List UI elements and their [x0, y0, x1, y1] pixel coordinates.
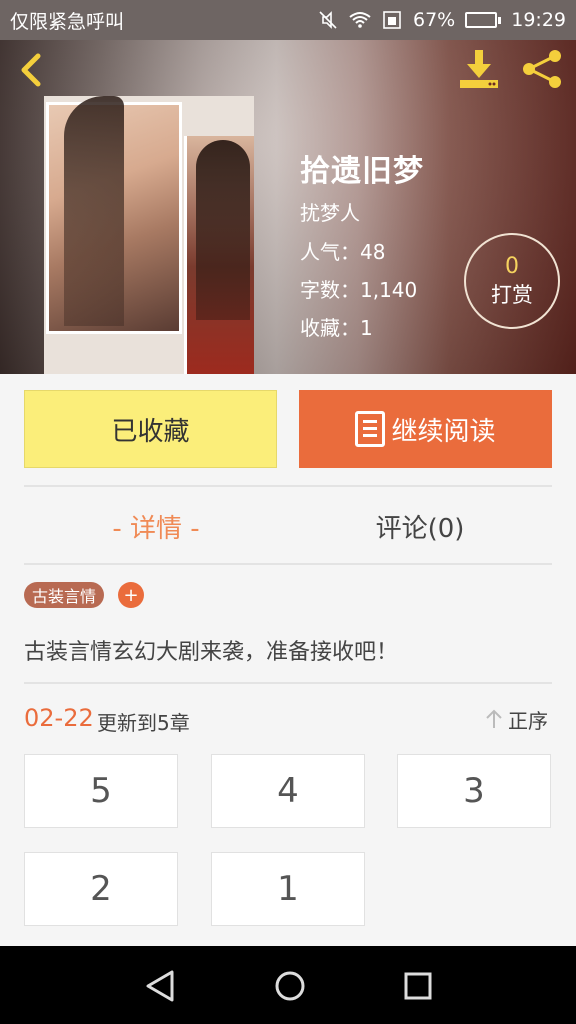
- popularity-stat: 人气：48: [300, 240, 386, 264]
- nav-home-icon[interactable]: [270, 966, 310, 1006]
- wifi-icon: [349, 12, 371, 28]
- chapter-button[interactable]: 3: [397, 754, 551, 828]
- genre-tag[interactable]: 古装言情: [24, 582, 105, 608]
- status-bar: 仅限紧急呼叫 67% 19:29: [0, 0, 576, 40]
- nav-recent-apps-icon[interactable]: [398, 966, 438, 1006]
- system-nav-bar: [0, 946, 576, 1024]
- genre-tag-label: 古装言情: [32, 587, 97, 606]
- chapter-button[interactable]: 2: [24, 852, 178, 926]
- book-description: 古装言情玄幻大剧来袭，准备接收吧！: [24, 640, 399, 665]
- tab-details[interactable]: - 详情 -: [24, 488, 288, 564]
- divider: [24, 682, 552, 684]
- tab-comments[interactable]: 评论(0): [288, 488, 552, 564]
- tip-count: 0: [505, 254, 519, 279]
- chapter-number: 2: [90, 869, 112, 909]
- chapter-button[interactable]: 5: [24, 754, 178, 828]
- tab-details-label: - 详情 -: [112, 513, 200, 544]
- book-title: 拾遗旧梦: [300, 154, 424, 189]
- sort-order-label: 正序: [508, 708, 548, 733]
- sort-order-button[interactable]: 正序: [484, 705, 548, 733]
- sim-icon: [383, 11, 401, 29]
- divider: [24, 563, 552, 565]
- chapter-number: 1: [277, 869, 299, 909]
- tab-comments-label: 评论(0): [375, 513, 465, 544]
- battery-icon: [465, 12, 502, 28]
- continue-reading-label: 继续阅读: [391, 416, 496, 447]
- battery-percent: 67%: [413, 9, 456, 31]
- tip-label: 打赏: [491, 283, 533, 307]
- nav-back-icon[interactable]: [140, 966, 180, 1006]
- word-count-stat: 字数：1,140: [300, 278, 418, 302]
- clock: 19:29: [511, 9, 566, 31]
- add-tag-button[interactable]: +: [118, 582, 144, 608]
- arrow-up-icon: [486, 709, 502, 728]
- collected-label: 已收藏: [111, 416, 190, 447]
- update-text: 更新到5章: [97, 711, 190, 735]
- plus-icon: +: [123, 584, 139, 606]
- chapter-number: 5: [90, 771, 112, 811]
- carrier-text: 仅限紧急呼叫: [10, 10, 125, 33]
- chapter-number: 3: [463, 771, 485, 811]
- chapter-button[interactable]: 1: [211, 852, 365, 926]
- divider: [24, 485, 552, 487]
- book-icon: [355, 411, 386, 447]
- chapter-button[interactable]: 4: [211, 754, 365, 828]
- continue-reading-button[interactable]: 继续阅读: [299, 390, 552, 468]
- share-icon[interactable]: [520, 48, 566, 90]
- favorites-stat: 收藏：1: [300, 316, 373, 340]
- book-cover-image[interactable]: [44, 96, 254, 374]
- collected-button[interactable]: 已收藏: [24, 390, 277, 468]
- download-icon[interactable]: [456, 48, 502, 90]
- chapter-number: 4: [277, 771, 299, 811]
- mute-icon: [319, 11, 337, 29]
- book-author[interactable]: 扰梦人: [300, 197, 360, 226]
- tip-button[interactable]: 0 打赏: [464, 233, 560, 329]
- back-arrow-icon[interactable]: [14, 50, 50, 90]
- status-icons: 67% 19:29: [317, 9, 566, 31]
- book-header: 拾遗旧梦 扰梦人 人气：48 字数：1,140 收藏：1 0 打赏: [0, 40, 576, 374]
- update-date: 02-22: [24, 704, 94, 732]
